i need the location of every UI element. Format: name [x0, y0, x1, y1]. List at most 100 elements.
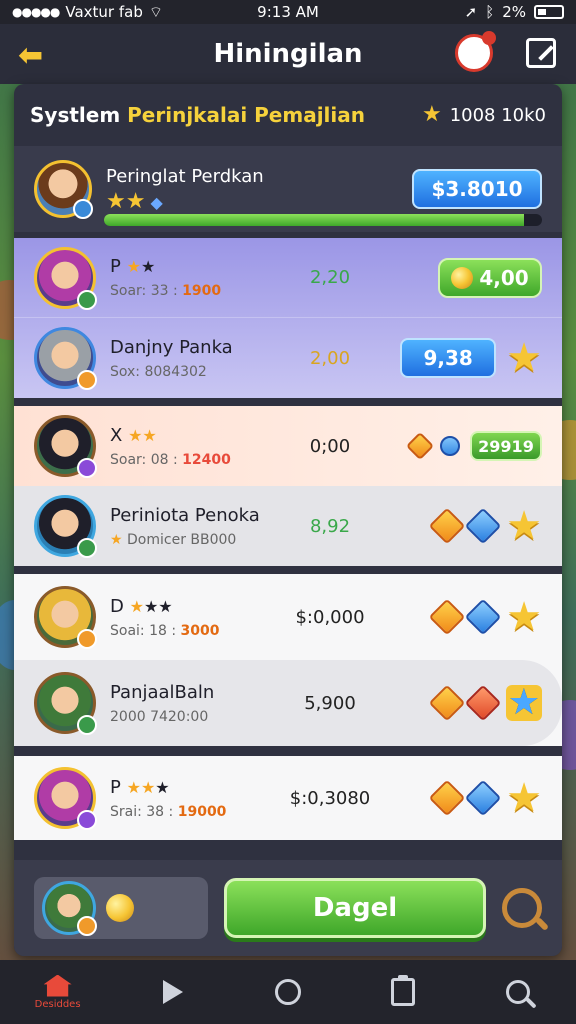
- magnifier-icon[interactable]: [502, 888, 542, 928]
- stars: ★★: [128, 425, 157, 445]
- wifi-icon: ⌔: [148, 2, 163, 21]
- player-name-text: P: [110, 256, 121, 277]
- battery-percent: 2%: [502, 3, 526, 21]
- score: Soar: 33 : 1900: [110, 283, 280, 299]
- leaderboard-panel: Systlem Perinjkalai Pemajlian ★ 1008 10k…: [14, 84, 562, 956]
- reward-button[interactable]: $3.8010: [412, 169, 542, 209]
- play-icon: [162, 980, 183, 1004]
- star-icon[interactable]: ★: [506, 506, 542, 546]
- friend-card[interactable]: [34, 877, 208, 939]
- avatar: [34, 767, 97, 830]
- score-label: Soar: 08 :: [110, 451, 183, 468]
- stars: ★: [126, 257, 141, 276]
- panel-header: Systlem Perinjkalai Pemajlian ★ 1008 10k…: [14, 84, 562, 146]
- score: Srai: 38 : 19000: [110, 804, 280, 820]
- score: Soar: 08 : 12400: [110, 452, 280, 468]
- badge-icon: [77, 810, 97, 830]
- points-value: 0;00: [309, 435, 351, 457]
- avatar: [34, 160, 93, 219]
- stars: ★: [129, 596, 144, 616]
- circle-icon: [274, 979, 301, 1005]
- nav-search[interactable]: [478, 962, 558, 1022]
- table-row[interactable]: Danjny Panka Sox: 8084302 2,00 9,38 ★: [14, 318, 562, 398]
- cta-button[interactable]: Dagel: [224, 878, 486, 938]
- nav-play[interactable]: [133, 962, 213, 1022]
- system-title-highlight: Perinjkalai Pemajlian: [127, 103, 366, 127]
- avatar: [34, 246, 97, 310]
- score-label: Sox: 8084302: [110, 363, 207, 380]
- group-4: P ★★★ Srai: 38 : 19000 $:0,3080 ★: [14, 756, 562, 840]
- score-value: 1900: [182, 283, 222, 299]
- avatar: [42, 881, 97, 936]
- badge-icon: [77, 715, 97, 735]
- dark-star: ★★: [143, 596, 173, 616]
- table-row[interactable]: Periniota Penoka ★ Domicer BB000 8,92 ★: [14, 486, 562, 566]
- bluetooth-icon: ᛒ: [485, 3, 495, 21]
- score-label: Soar: 33 :: [110, 283, 183, 299]
- star-icon[interactable]: ★: [506, 338, 542, 378]
- group-1: P ★★ Soar: 33 : 1900 2,20 4,00 Danjny Pa…: [14, 238, 562, 398]
- badge-icon: [77, 370, 97, 390]
- stars: ★★: [126, 777, 156, 797]
- star-icon: ★★: [106, 188, 146, 214]
- nav-clipboard[interactable]: [363, 962, 443, 1022]
- points-value: $:0,3080: [289, 787, 371, 809]
- score-label: 2000 7420:00: [110, 708, 209, 725]
- table-row[interactable]: D ★★★ Soai: 18 : 3000 $:0,000 ★: [14, 574, 562, 660]
- table-row[interactable]: PanjaalBaln 2000 7420:00 5,900 ★: [14, 660, 562, 746]
- total-score: ★ 1008 10k0: [422, 104, 546, 126]
- dark-star: ★: [140, 257, 156, 276]
- mascot-icon[interactable]: [455, 31, 496, 72]
- badge-icon: [77, 629, 97, 649]
- back-arrow-icon[interactable]: ⬅: [18, 38, 43, 73]
- table-row[interactable]: P ★★★ Srai: 38 : 19000 $:0,3080 ★: [14, 756, 562, 840]
- gem-icon: [464, 684, 502, 722]
- badge-icon: [77, 289, 97, 310]
- avatar: [34, 672, 97, 735]
- carrier-label: Vaxtur fab: [65, 3, 143, 21]
- edit-icon[interactable]: [526, 38, 556, 68]
- score-label: Srai: 38 :: [110, 803, 178, 820]
- player-name-text: X: [110, 424, 123, 446]
- emoji-icon: [106, 894, 134, 922]
- player-name-text: D: [110, 595, 124, 617]
- star-icon[interactable]: ★: [506, 778, 542, 818]
- star-icon[interactable]: ★: [505, 685, 542, 721]
- nav-home[interactable]: Desiddes: [18, 962, 98, 1022]
- signal-icon: ●●●●●: [12, 5, 60, 19]
- group-3: D ★★★ Soai: 18 : 3000 $:0,000 ★ PanjaalB…: [14, 574, 562, 746]
- coin-button[interactable]: 4,00: [438, 257, 542, 298]
- player-name: Peringlat Perdkan: [106, 165, 264, 187]
- value-tag[interactable]: 29919: [470, 431, 542, 461]
- avatar: [34, 415, 97, 478]
- score: 2000 7420:00: [110, 709, 280, 725]
- gem-icon: [464, 598, 502, 636]
- table-row[interactable]: P ★★ Soar: 33 : 1900 2,20 4,00: [14, 238, 562, 318]
- bottom-action-bar: Dagel: [14, 860, 562, 956]
- nav-circle[interactable]: [248, 962, 328, 1022]
- star-icon[interactable]: ★: [506, 597, 542, 637]
- points-value: 2,20: [309, 267, 351, 288]
- score: Sox: 8084302: [110, 364, 280, 380]
- avatar: [34, 327, 97, 390]
- score: Soai: 18 : 3000: [110, 623, 280, 639]
- score-value: 19000: [177, 803, 227, 820]
- badge-icon: [77, 916, 97, 936]
- points-value: 2,00: [309, 347, 351, 369]
- system-title: Systlem Perinjkalai Pemajlian: [30, 103, 365, 127]
- progress-fill: [104, 214, 525, 226]
- clipboard-icon: [391, 975, 416, 1006]
- badge-icon: [77, 458, 97, 478]
- score-value: 3000: [180, 622, 220, 639]
- value-chip[interactable]: 9,38: [400, 338, 497, 378]
- badge-icon: [73, 199, 93, 219]
- player-name: Periniota Penoka: [110, 504, 260, 526]
- coin-amount: 4,00: [479, 265, 529, 290]
- score-value: 12400: [182, 451, 231, 468]
- player-name: Danjny Panka: [110, 336, 233, 358]
- nav-home-label: Desiddes: [34, 998, 81, 1010]
- table-row[interactable]: X ★★ Soar: 08 : 12400 0;00 29919: [14, 406, 562, 486]
- score-label: Soai: 18 :: [110, 622, 181, 639]
- avatar: [34, 586, 97, 649]
- gem-icon: [428, 598, 466, 636]
